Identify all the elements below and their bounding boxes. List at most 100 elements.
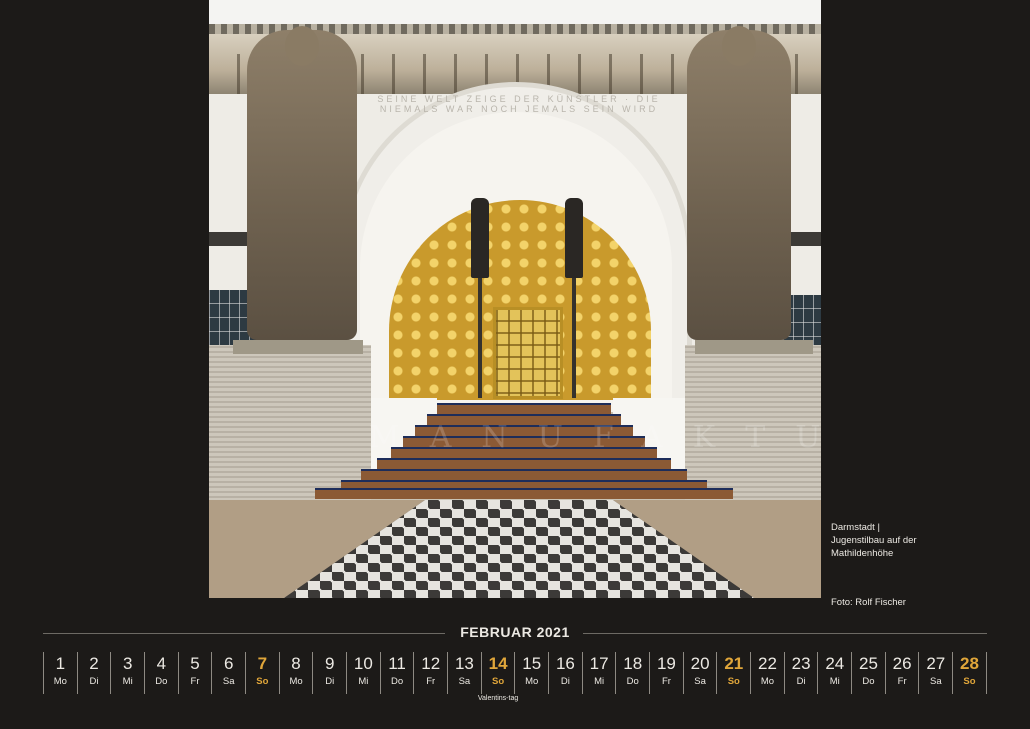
day-number: 6 <box>223 654 234 673</box>
weekday-abbr: Mi <box>358 676 369 687</box>
calendar-day: 16 Di <box>548 652 582 694</box>
calendar-day: 28 So <box>952 652 987 694</box>
caption-line-1: Darmstadt | <box>831 522 880 533</box>
weekday-abbr: Do <box>155 676 168 687</box>
calendar-day: 1 Mo <box>43 652 77 694</box>
day-number: 3 <box>122 654 133 673</box>
weekday-abbr: Di <box>325 676 335 687</box>
day-number: 22 <box>757 654 777 673</box>
calendar-day: 3 Mi <box>110 652 144 694</box>
weekday-abbr: Fr <box>661 676 671 687</box>
weekday-abbr: Fr <box>190 676 200 687</box>
month-title: FEBRUAR 2021 <box>460 624 570 640</box>
plinth-cap-left <box>233 340 363 354</box>
calendar-day: 10 Mi <box>346 652 380 694</box>
weekday-abbr: Mi <box>829 676 840 687</box>
calendar-day: 22 Mo <box>750 652 784 694</box>
calendar-photo: SEINE WELT ZEIGE DER KÜNSTLER · DIE NIEM… <box>209 0 821 598</box>
caption-line-3: Mathildenhöhe <box>831 548 894 559</box>
day-number: 7 <box>257 654 268 673</box>
watermark: MANUFAKTUR <box>369 420 821 455</box>
calendar-day: 4 Do <box>144 652 178 694</box>
weekday-abbr: So <box>727 676 740 687</box>
weekday-abbr: Sa <box>458 676 471 687</box>
weekday-abbr: Do <box>390 676 404 687</box>
weekday-abbr: Do <box>862 676 875 687</box>
weekday-abbr: Fr <box>426 676 436 687</box>
golden-door <box>493 307 563 399</box>
weekday-abbr: So <box>256 676 269 687</box>
calendar-day: 14 So Valentins-tag <box>478 652 518 702</box>
day-number: 5 <box>190 654 200 673</box>
calendar-day: 15 Mo <box>514 652 548 694</box>
weekday-abbr: So <box>963 676 976 687</box>
day-number: 9 <box>324 654 335 673</box>
calendar-day: 26 Fr <box>884 652 919 694</box>
calendar-day: 23 Di <box>783 652 818 694</box>
day-number: 19 <box>656 654 676 673</box>
calendar-day: 20 Sa <box>682 652 717 694</box>
weekday-abbr: Do <box>626 676 639 687</box>
lamp-left <box>471 198 489 398</box>
weekday-abbr: Mo <box>289 676 303 687</box>
day-number: 8 <box>291 654 301 673</box>
day-number: 28 <box>960 654 979 673</box>
arch-inscription: SEINE WELT ZEIGE DER KÜNSTLER · DIE NIEM… <box>377 94 661 114</box>
day-number: 25 <box>859 654 878 673</box>
calendar-day: 21 So <box>716 652 750 694</box>
day-number: 2 <box>89 654 99 673</box>
calendar-day: 27 Sa <box>918 652 952 694</box>
day-number: 15 <box>522 654 542 673</box>
calendar-day: 24 Mi <box>817 652 851 694</box>
day-number: 23 <box>791 654 811 673</box>
day-number: 14 <box>488 654 508 673</box>
weekday-abbr: Mo <box>53 676 67 687</box>
calendar-day: 19 Fr <box>649 652 683 694</box>
weekday-abbr: Mi <box>594 676 605 687</box>
holiday-note: Valentins-tag <box>477 695 519 702</box>
day-number: 13 <box>454 654 474 673</box>
weekday-abbr: Sa <box>222 676 235 687</box>
weekday-abbr: Di <box>560 676 570 687</box>
weekday-abbr: Fr <box>897 676 907 687</box>
statue-man <box>247 26 357 340</box>
day-number: 17 <box>589 654 609 673</box>
day-number: 12 <box>421 654 441 673</box>
day-number: 11 <box>388 654 406 673</box>
calendar-day: 8 Mo <box>278 652 313 694</box>
day-number: 20 <box>690 654 710 673</box>
weekday-abbr: Mo <box>760 676 775 687</box>
calendar-day: 5 Fr <box>177 652 212 694</box>
photo-caption: Darmstadt | Jugenstilbau auf der Mathild… <box>831 521 1021 609</box>
day-number: 18 <box>623 654 643 673</box>
lamp-right <box>565 198 583 398</box>
calendar-day: 18 Do <box>615 652 649 694</box>
day-number: 24 <box>825 654 845 673</box>
day-number: 26 <box>892 654 912 673</box>
calendar-day: 12 Fr <box>413 652 447 694</box>
calendar-day: 17 Mi <box>581 652 616 694</box>
calendar-day: 6 Sa <box>211 652 245 694</box>
day-number: 16 <box>555 654 575 673</box>
statue-woman <box>687 26 791 340</box>
calendar-day: 25 Do <box>851 652 885 694</box>
calendar-day: 13 Sa <box>447 652 481 694</box>
weekday-abbr: Mo <box>525 676 539 687</box>
calendar-day: 11 Do <box>379 652 414 694</box>
day-number: 27 <box>926 654 946 673</box>
day-number: 21 <box>724 654 744 673</box>
calendar-days: 1 Mo 2 Di 3 Mi 4 Do 5 Fr 6 Sa 7 So 8 Mo 9 Di 10 Mi 11 Do 12 Fr 1… <box>43 652 987 702</box>
photo-credit: Foto: Rolf Fischer <box>831 597 906 608</box>
weekday-abbr: Sa <box>694 676 706 687</box>
weekday-abbr: Mi <box>122 676 133 687</box>
weekday-abbr: Sa <box>929 676 942 687</box>
day-number: 4 <box>156 654 167 673</box>
calendar-day: 2 Di <box>76 652 111 694</box>
header-rule-right <box>583 633 987 634</box>
calendar-header: FEBRUAR 2021 <box>43 624 987 642</box>
day-number: 1 <box>55 654 66 673</box>
weekday-abbr: Di <box>796 676 806 687</box>
sky <box>209 0 821 24</box>
plinth-cap-right <box>695 340 813 354</box>
caption-line-2: Jugenstilbau auf der <box>831 535 917 546</box>
